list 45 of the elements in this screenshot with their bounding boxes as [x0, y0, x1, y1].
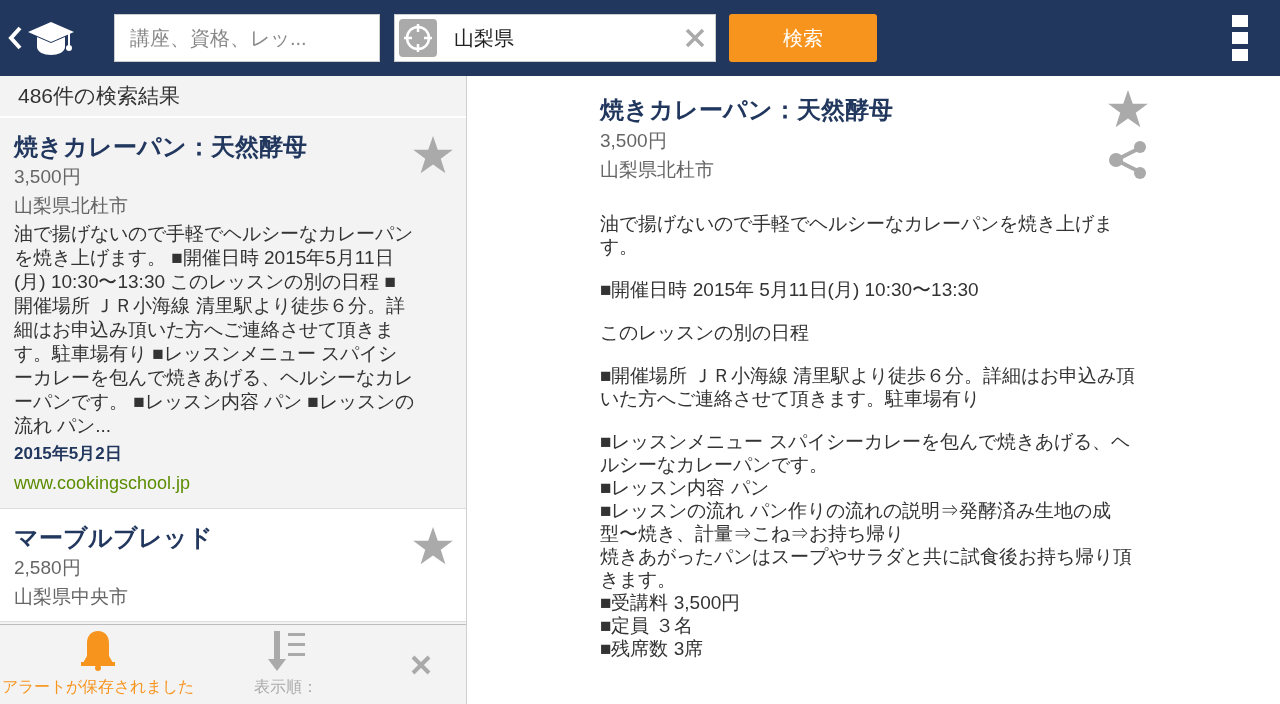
result-date: 2015年5月2日	[14, 443, 123, 465]
detail-text: 焼きあがったパンはスープやサラダと共に試食後お持ち帰り頂きます。	[600, 545, 1133, 591]
search-button[interactable]: 検索	[729, 14, 877, 62]
location-field[interactable]: 山梨県	[394, 14, 716, 62]
detail-text: ■レッスンメニュー スパイシーカレーを包んで焼きあげる、ヘルシーなカレーパンです。	[600, 430, 1131, 476]
result-price: 2,580円	[14, 556, 82, 580]
close-icon[interactable]	[411, 654, 431, 675]
result-location: 山梨県中央市	[14, 585, 129, 609]
detail-text: ■開催日時 2015年 5月11日(月) 10:30〜13:30	[600, 278, 980, 301]
result-price: 3,500円	[14, 165, 82, 189]
result-location: 山梨県北杜市	[14, 194, 129, 218]
bell-icon	[79, 630, 117, 671]
sort-icon	[266, 630, 306, 671]
sort-button[interactable]: 表示順：	[196, 630, 376, 699]
detail-price: 3,500円	[600, 129, 667, 153]
sort-label: 表示順：	[254, 676, 318, 697]
detail-text: ■レッスンの流れ パン作りの流れの説明⇒発酵済み生地の成型〜焼き、計量⇒こね⇒お持ち帰り	[600, 499, 1112, 545]
star-icon[interactable]	[1108, 90, 1148, 128]
result-title: 焼きカレーパン：天然酵母	[14, 132, 307, 162]
graduation-cap-icon[interactable]	[28, 20, 74, 56]
star-icon[interactable]	[413, 136, 453, 174]
detail-text: ■定員 ３名	[600, 614, 694, 637]
detail-text: ■レッスン内容 パン	[600, 476, 770, 499]
detail-text: ■受講料 3,500円	[600, 591, 742, 614]
detail-text: ■残席数 3席	[600, 637, 705, 660]
detail-location: 山梨県北杜市	[600, 158, 714, 182]
location-value: 山梨県	[454, 26, 515, 51]
detail-title: 焼きカレーパン：天然酵母	[600, 95, 893, 125]
result-url: www.cookingschool.jp	[14, 472, 192, 495]
search-field[interactable]: 講座、資格、レッ...	[114, 14, 380, 62]
detail-text: このレッスンの別の日程	[600, 321, 810, 344]
crosshair-icon[interactable]	[399, 19, 437, 57]
result-description: 油で揚げないので手軽でヘルシーなカレーパンを焼き上げます。 ■開催日時 2015年5月11日(月) 10:30〜13:30 このレッスンの別の日程 ■開催場所 ＪＲ小海線 清里駅より徒歩６分。詳細はお申込み頂いた方へご連絡させて頂きます。駐車場有り ■レッスンメニュー スパイシーカレーを包んで焼きあげる、ヘルシーなカレーパンです。 ■レッスン内容 パン ■レッスンの流れ パン...	[14, 222, 414, 438]
detail-text: ■開催場所 ＪＲ小海線 清里駅より徒歩６分。詳細はお申込み頂いた方へご連絡させて頂きます。駐車場有り	[600, 364, 1137, 410]
alert-label: アラートが保存されました	[2, 676, 194, 697]
result-card[interactable]: マーブルブレッド 2,580円 山梨県中央市	[0, 509, 466, 622]
back-icon[interactable]	[6, 24, 24, 52]
share-icon[interactable]	[1108, 140, 1148, 180]
overflow-menu-icon[interactable]	[1232, 15, 1248, 61]
clear-icon[interactable]	[685, 28, 705, 48]
star-icon[interactable]	[413, 527, 453, 565]
result-count: 486件の検索結果	[18, 83, 181, 110]
detail-text: 油で揚げないので手軽でヘルシーなカレーパンを焼き上げます。	[600, 212, 1114, 258]
result-title: マーブルブレッド	[14, 523, 213, 553]
alert-button[interactable]: アラートが保存されました	[0, 630, 196, 699]
